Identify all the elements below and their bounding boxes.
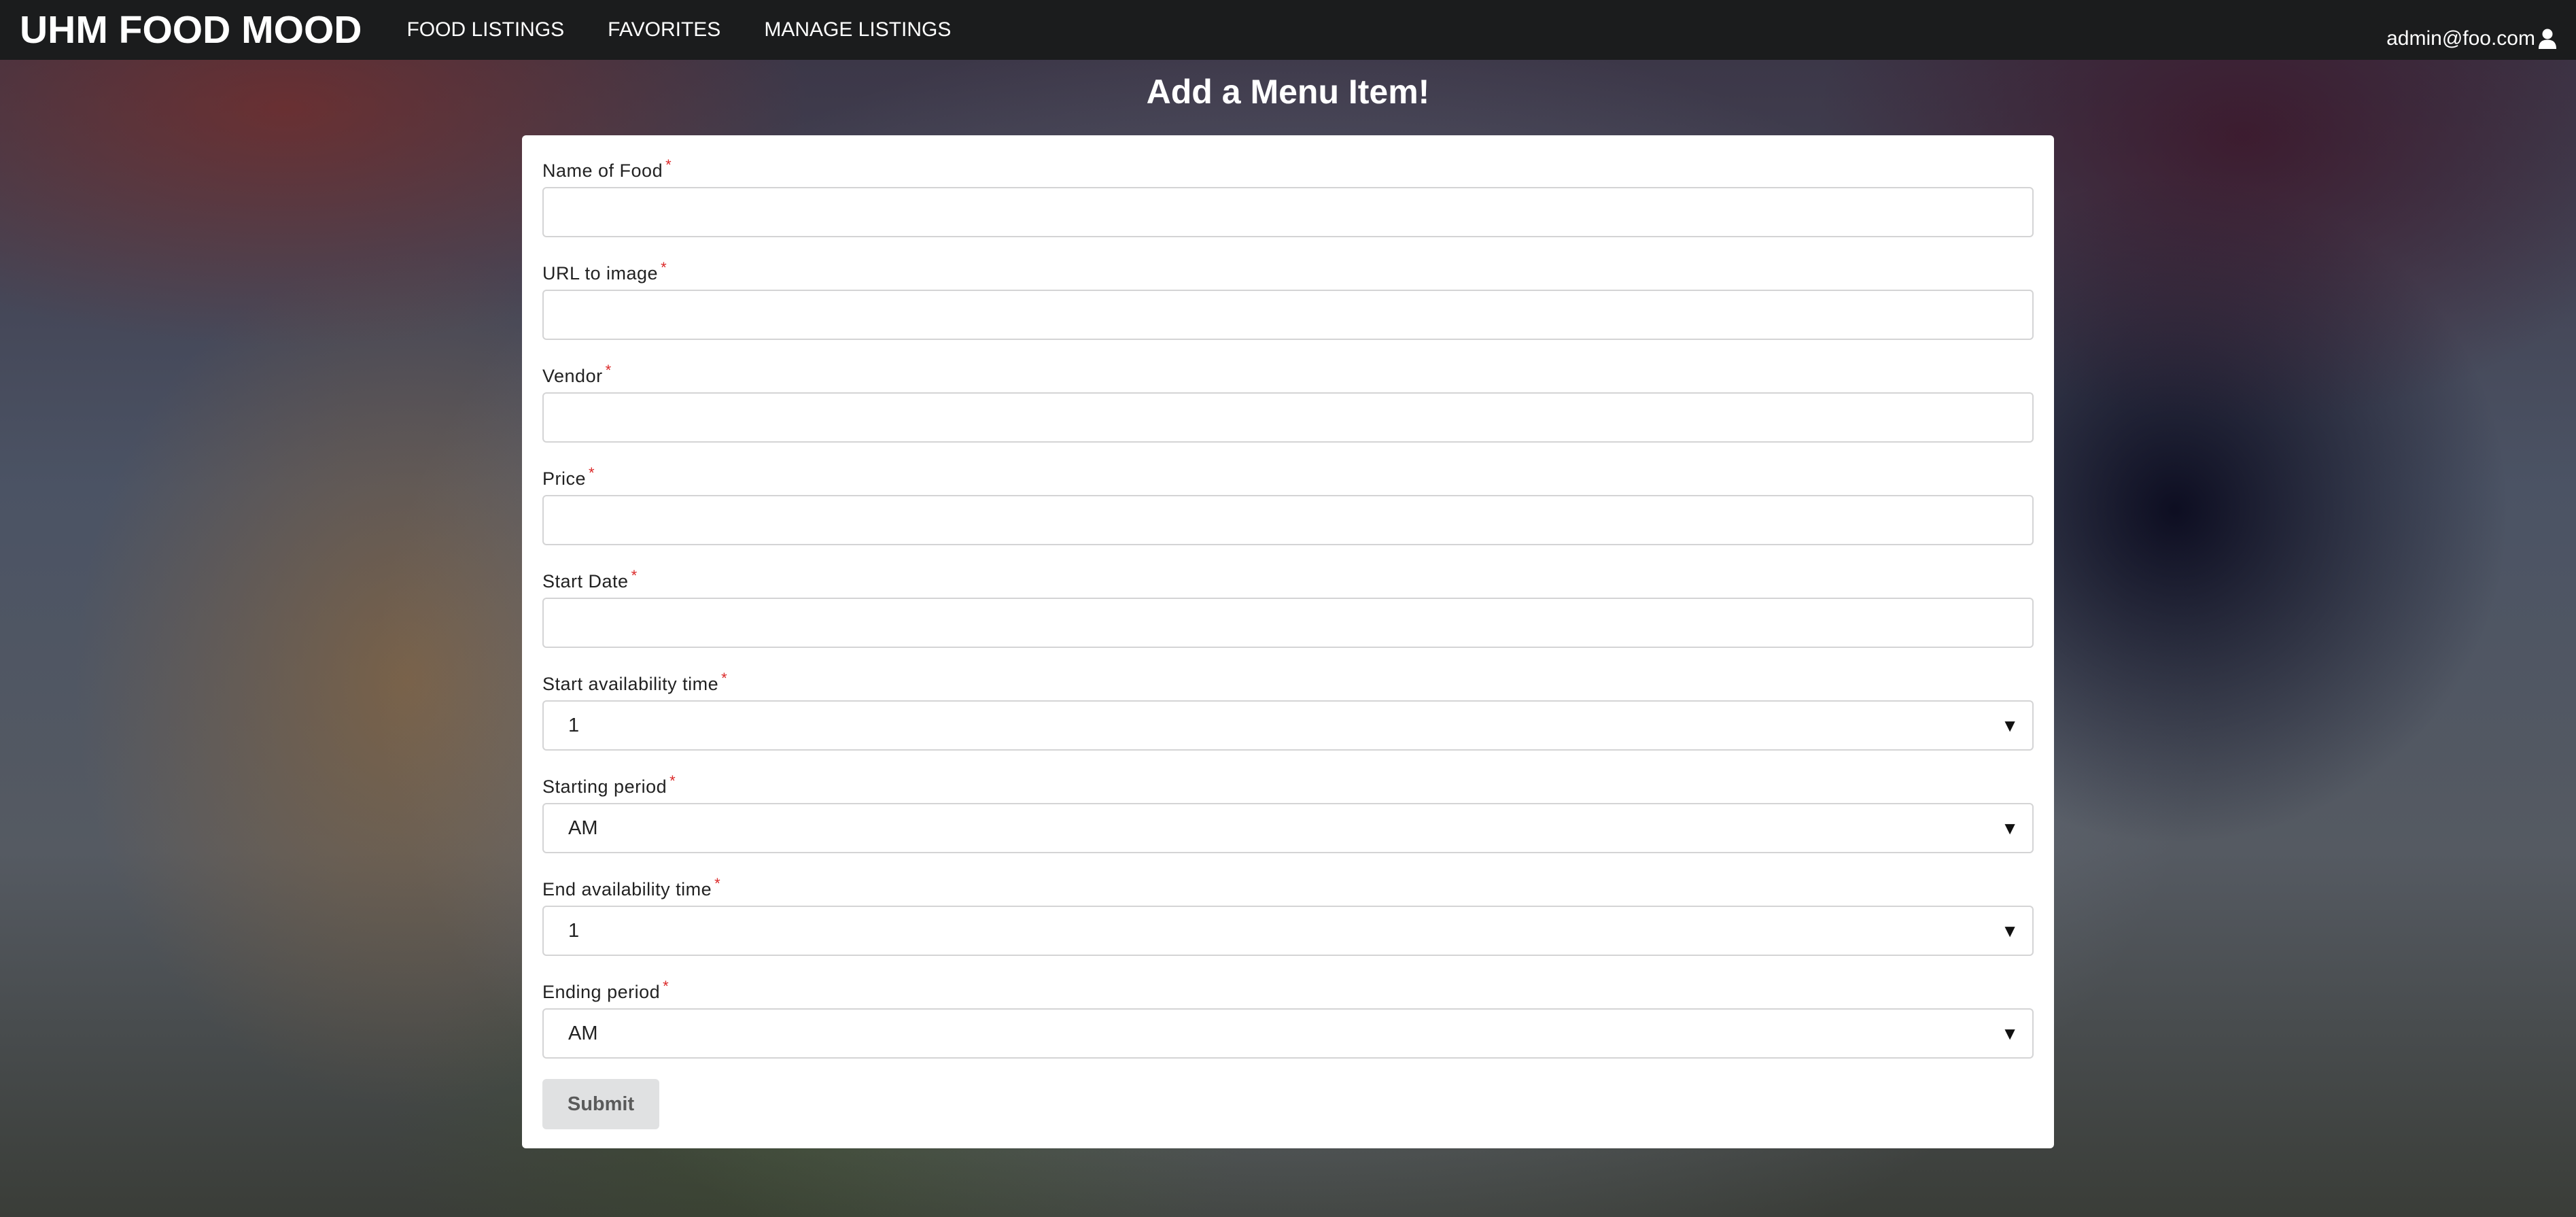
required-marker: * — [661, 259, 667, 276]
ending-period-select[interactable]: AM ▼ — [542, 1008, 2034, 1059]
required-marker: * — [665, 156, 672, 173]
selected-value: 1 — [568, 715, 580, 736]
brand-logo[interactable]: UHM FOOD MOOD — [20, 7, 362, 52]
required-marker: * — [589, 464, 595, 481]
name-of-food-field: Name of Food * — [542, 152, 2034, 237]
page-title: Add a Menu Item! — [1146, 73, 1430, 111]
user-email: admin@foo.com — [2386, 27, 2535, 50]
field-label: Name of Food * — [542, 156, 672, 181]
image-url-input[interactable] — [542, 290, 2034, 340]
required-marker: * — [631, 567, 638, 584]
start-time-select[interactable]: 1 ▼ — [542, 700, 2034, 751]
price-input[interactable] — [542, 495, 2034, 545]
field-label: End availability time * — [542, 875, 721, 899]
nav-food-listings[interactable]: FOOD LISTINGS — [406, 18, 564, 41]
required-marker: * — [714, 875, 721, 892]
field-label: Starting period * — [542, 772, 676, 797]
required-marker: * — [669, 772, 676, 789]
starting-period-field: Starting period * AM ▼ — [542, 768, 2034, 853]
caret-down-icon: ▼ — [2001, 1023, 2019, 1044]
required-marker: * — [605, 362, 612, 379]
field-label: URL to image * — [542, 259, 667, 284]
user-icon — [2539, 29, 2556, 49]
ending-period-field: Ending period * AM ▼ — [542, 973, 2034, 1059]
image-url-field: URL to image * — [542, 254, 2034, 340]
selected-value: 1 — [568, 920, 580, 942]
caret-down-icon: ▼ — [2001, 715, 2019, 736]
field-label: Price * — [542, 464, 595, 489]
caret-down-icon: ▼ — [2001, 818, 2019, 838]
field-label: Vendor * — [542, 362, 612, 386]
end-time-select[interactable]: 1 ▼ — [542, 906, 2034, 956]
vendor-input[interactable] — [542, 392, 2034, 443]
nav-favorites[interactable]: FAVORITES — [608, 18, 720, 41]
starting-period-select[interactable]: AM ▼ — [542, 803, 2034, 853]
nav-manage-listings[interactable]: MANAGE LISTINGS — [764, 18, 951, 41]
add-item-form: Name of Food * URL to image * Vendor * Pric… — [522, 135, 2054, 1148]
user-menu[interactable]: admin@foo.com — [2386, 27, 2557, 50]
start-time-field: Start availability time * 1 ▼ — [542, 665, 2034, 751]
field-label: Start Date * — [542, 567, 638, 592]
caret-down-icon: ▼ — [2001, 921, 2019, 941]
selected-value: AM — [568, 1023, 598, 1044]
name-of-food-input[interactable] — [542, 187, 2034, 237]
required-marker: * — [721, 670, 728, 687]
end-time-field: End availability time * 1 ▼ — [542, 870, 2034, 956]
field-label: Ending period * — [542, 978, 669, 1002]
submit-button[interactable]: Submit — [542, 1079, 659, 1129]
start-date-field: Start Date * — [542, 562, 2034, 648]
price-field: Price * — [542, 460, 2034, 545]
selected-value: AM — [568, 817, 598, 839]
top-navbar: UHM FOOD MOOD FOOD LISTINGS FAVORITES MA… — [0, 0, 2576, 60]
start-date-input[interactable] — [542, 598, 2034, 648]
vendor-field: Vendor * — [542, 357, 2034, 443]
required-marker: * — [663, 978, 669, 995]
field-label: Start availability time * — [542, 670, 728, 694]
